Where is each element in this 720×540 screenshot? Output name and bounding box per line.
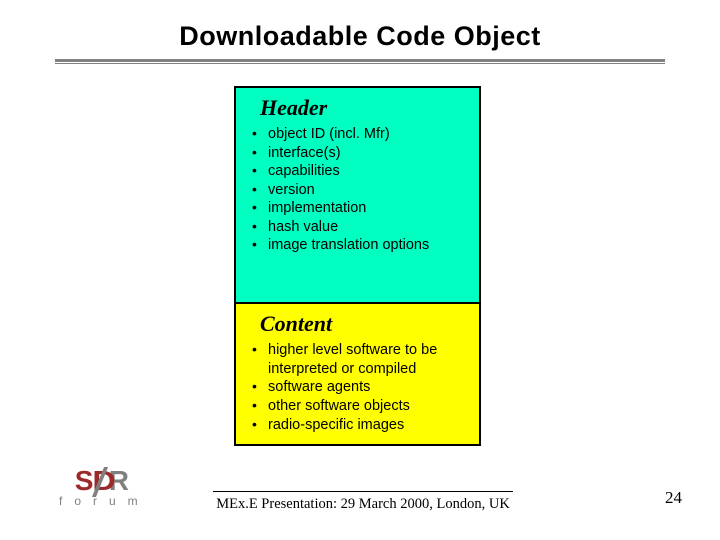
list-item: radio-specific images: [252, 416, 467, 435]
list-item: interface(s): [252, 144, 467, 163]
footer-rule: [213, 491, 513, 492]
list-item: other software objects: [252, 397, 467, 416]
logo-subtext: forum: [59, 494, 150, 508]
list-item: image translation options: [252, 236, 467, 255]
list-item: object ID (incl. Mfr): [252, 125, 467, 144]
footer-text: MEx.E Presentation: 29 March 2000, Londo…: [213, 496, 513, 513]
page-number: 24: [665, 488, 682, 508]
header-block: Header object ID (incl. Mfr) interface(s…: [234, 86, 481, 305]
content-block: Content higher level software to be inte…: [234, 302, 481, 446]
list-item: implementation: [252, 199, 467, 218]
logo-slash-icon: [93, 469, 106, 493]
content-list: higher level software to be interpreted …: [252, 341, 467, 434]
list-item: capabilities: [252, 162, 467, 181]
title-rule: [55, 59, 665, 64]
content-heading: Content: [260, 311, 467, 337]
slide-title: Downloadable Code Object: [0, 0, 720, 52]
list-item: higher level software to be interpreted …: [252, 341, 467, 378]
header-heading: Header: [260, 95, 467, 121]
object-stack: Header object ID (incl. Mfr) interface(s…: [234, 86, 481, 446]
list-item: version: [252, 181, 467, 200]
list-item: hash value: [252, 218, 467, 237]
header-list: object ID (incl. Mfr) interface(s) capab…: [252, 125, 467, 255]
list-item: software agents: [252, 378, 467, 397]
footer: MEx.E Presentation: 29 March 2000, Londo…: [213, 491, 513, 513]
sdr-forum-logo: SDR forum: [55, 469, 150, 508]
